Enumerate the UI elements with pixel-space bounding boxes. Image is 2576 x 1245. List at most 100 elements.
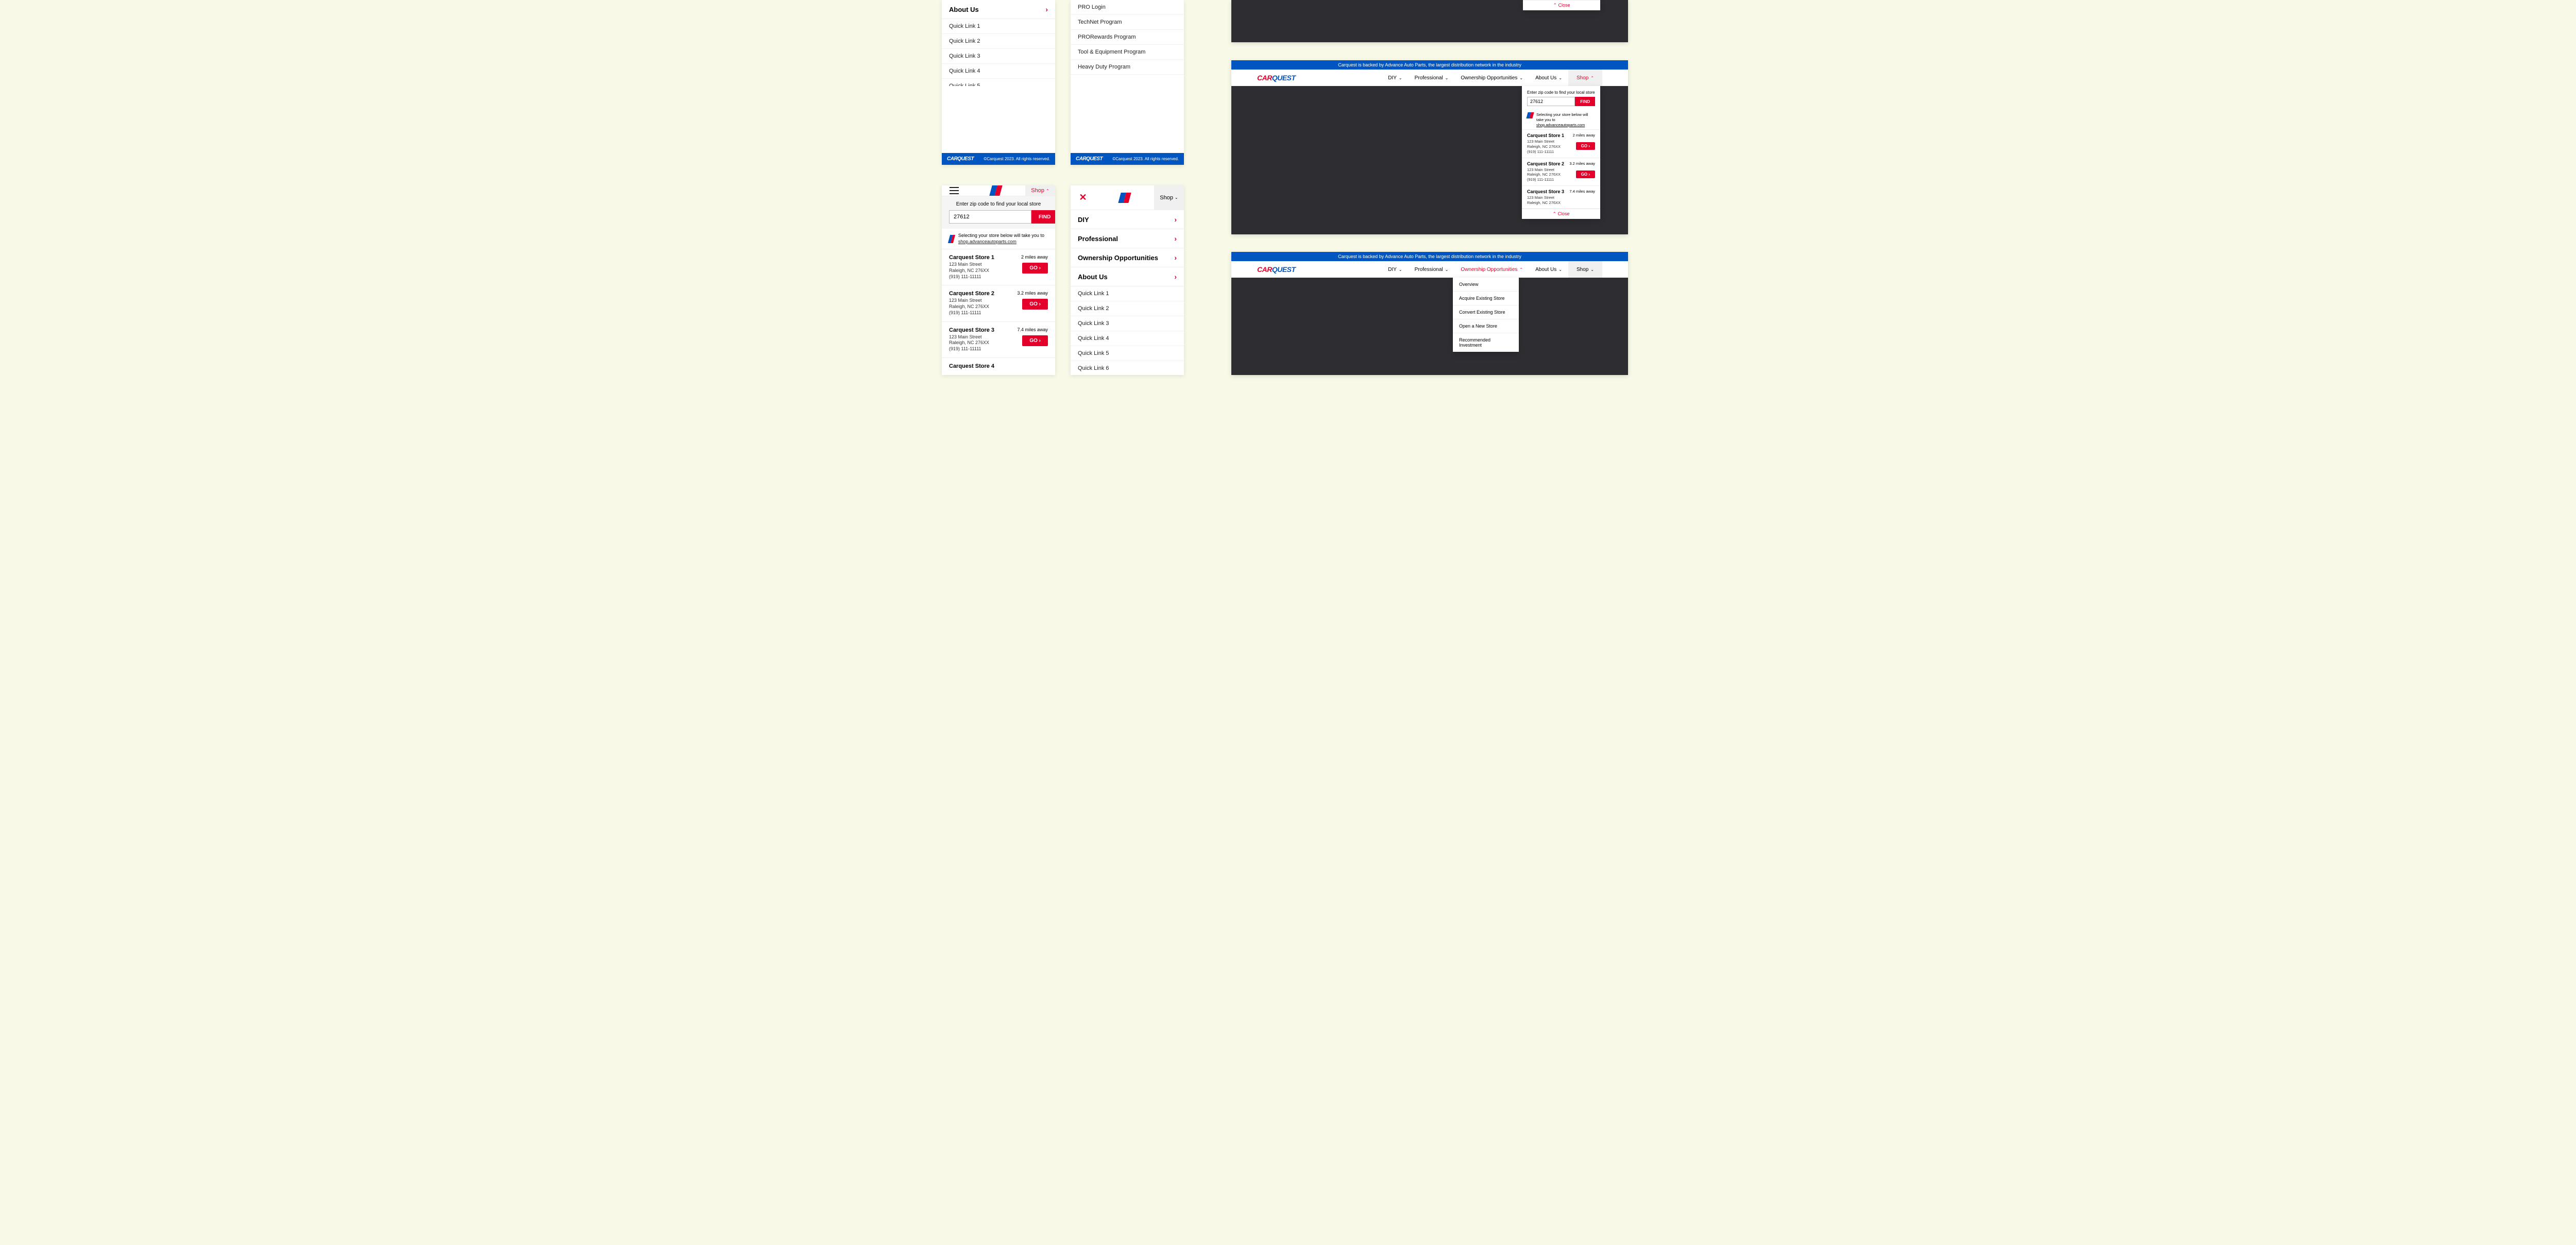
go-button[interactable]: GO › bbox=[1022, 299, 1048, 310]
dd-overview[interactable]: Overview bbox=[1453, 278, 1519, 292]
aap-link[interactable]: shop.advanceautoparts.com bbox=[1536, 123, 1585, 127]
zip-input[interactable] bbox=[949, 210, 1031, 224]
mobile-header: ✕ Shop ⌄ bbox=[1071, 185, 1184, 210]
nav-about[interactable]: About Us⌄ bbox=[1529, 70, 1568, 86]
nav-diy[interactable]: DIY⌄ bbox=[1382, 261, 1408, 278]
quick-link[interactable]: Quick Link 3 bbox=[942, 49, 1055, 64]
close-bar[interactable]: ⌃ Close bbox=[1522, 209, 1600, 219]
go-button[interactable]: GO › bbox=[1576, 170, 1595, 178]
sublink[interactable]: Quick Link 3 bbox=[1071, 316, 1184, 331]
chevron-down-icon: ⌄ bbox=[1399, 76, 1402, 80]
nav-diy[interactable]: DIY⌄ bbox=[1382, 70, 1408, 86]
pro-link[interactable]: Heavy Duty Program bbox=[1071, 60, 1184, 75]
chevron-up-icon: ⌃ bbox=[1552, 211, 1556, 216]
shop-dropdown: Enter zip code to find your local store … bbox=[1522, 86, 1600, 219]
shop-toggle[interactable]: Shop ⌄ bbox=[1154, 185, 1184, 210]
zip-prompt: Enter zip code to find your local store bbox=[1527, 90, 1595, 95]
chevron-right-icon bbox=[1174, 272, 1177, 281]
brand-logo[interactable]: CARQUEST bbox=[1257, 265, 1296, 274]
store-result: Carquest Store 1 123 Main Street Raleigh… bbox=[942, 249, 1055, 285]
quick-link[interactable]: Quick Link 5 bbox=[942, 79, 1055, 86]
sublink[interactable]: Quick Link 6 bbox=[1071, 361, 1184, 375]
aap-link[interactable]: shop.advanceautoparts.com bbox=[958, 239, 1016, 244]
go-button[interactable]: GO › bbox=[1576, 142, 1595, 150]
close-bar[interactable]: ⌃ Close bbox=[1523, 0, 1600, 10]
footer-logo: CARQUEST bbox=[947, 156, 974, 162]
sublink[interactable]: Quick Link 2 bbox=[1071, 301, 1184, 316]
find-button[interactable]: FIND bbox=[1031, 210, 1055, 224]
sublink[interactable]: Quick Link 1 bbox=[1071, 286, 1184, 301]
mobile-shop-panel: Shop ⌃ Enter zip code to find your local… bbox=[942, 185, 1055, 375]
top-banner: Carquest is backed by Advance Auto Parts… bbox=[1231, 252, 1628, 261]
close-button[interactable]: ✕ bbox=[1071, 192, 1095, 203]
dd-open-new[interactable]: Open a New Store bbox=[1453, 319, 1519, 333]
chevron-right-icon bbox=[1045, 5, 1048, 13]
nav-professional[interactable]: Professional⌄ bbox=[1409, 261, 1455, 278]
pro-link[interactable]: Tool & Equipment Program bbox=[1071, 45, 1184, 60]
top-banner: Carquest is backed by Advance Auto Parts… bbox=[1231, 60, 1628, 70]
quick-link[interactable]: Quick Link 2 bbox=[942, 34, 1055, 49]
store-distance: 3.2 miles away bbox=[1017, 291, 1048, 296]
aap-icon bbox=[1527, 112, 1533, 118]
nav-shop[interactable]: Shop⌃ bbox=[1568, 70, 1602, 86]
chevron-down-icon: ⌄ bbox=[1590, 267, 1594, 272]
store-notice: Selecting your store below will take you… bbox=[1522, 110, 1600, 130]
sublink[interactable]: Quick Link 4 bbox=[1071, 331, 1184, 346]
footer: CARQUEST ©Carquest 2023. All rights rese… bbox=[942, 153, 1055, 165]
nav-ownership[interactable]: Ownership Opportunities⌃ bbox=[1454, 261, 1529, 278]
dd-acquire[interactable]: Acquire Existing Store bbox=[1453, 292, 1519, 305]
sublink[interactable]: Quick Link 5 bbox=[1071, 346, 1184, 361]
zip-prompt: Enter zip code to find your local store bbox=[949, 201, 1048, 207]
menu-ownership[interactable]: Ownership Opportunities bbox=[1071, 248, 1184, 267]
nav-shop[interactable]: Shop⌄ bbox=[1568, 261, 1602, 278]
nav-ownership[interactable]: Ownership Opportunities⌄ bbox=[1454, 70, 1529, 86]
carquest-icon bbox=[1120, 193, 1130, 203]
pro-link[interactable]: PRO Login bbox=[1071, 0, 1184, 15]
store-distance: 2 miles away bbox=[1573, 133, 1595, 138]
hamburger-button[interactable] bbox=[942, 187, 967, 194]
menu-diy[interactable]: DIY bbox=[1071, 210, 1184, 229]
mobile-pro-panel: PRO Login TechNet Program PRORewards Pro… bbox=[1071, 0, 1184, 165]
quick-link[interactable]: Quick Link 1 bbox=[942, 19, 1055, 34]
chevron-down-icon: ⌄ bbox=[1399, 267, 1402, 272]
find-button[interactable]: FIND bbox=[1575, 97, 1595, 106]
go-button[interactable]: GO › bbox=[1022, 263, 1048, 274]
quick-link[interactable]: Quick Link 4 bbox=[942, 64, 1055, 79]
store-distance: 3.2 miles away bbox=[1569, 161, 1595, 166]
store-name: Carquest Store 4 bbox=[949, 363, 994, 369]
about-us-header[interactable]: About Us bbox=[942, 0, 1055, 19]
store-result: Carquest Store 3 123 Main Street Raleigh… bbox=[942, 322, 1055, 358]
nav-about[interactable]: About Us⌄ bbox=[1529, 261, 1568, 278]
store-name: Carquest Store 3 bbox=[949, 327, 994, 333]
chevron-up-icon: ⌃ bbox=[1590, 76, 1594, 80]
store-name: Carquest Store 2 bbox=[1527, 161, 1564, 166]
zip-input[interactable] bbox=[1527, 97, 1575, 106]
chevron-up-icon: ⌃ bbox=[1553, 3, 1557, 8]
store-name: Carquest Store 1 bbox=[1527, 133, 1564, 138]
logo[interactable] bbox=[1095, 193, 1154, 203]
footer-logo: CARQUEST bbox=[1076, 156, 1103, 162]
go-button[interactable]: GO › bbox=[1022, 335, 1048, 346]
mobile-menu-panel: ✕ Shop ⌄ DIY Professional Ownership Oppo… bbox=[1071, 185, 1184, 375]
chevron-down-icon: ⌄ bbox=[1519, 76, 1523, 80]
nav-professional[interactable]: Professional⌄ bbox=[1409, 70, 1455, 86]
menu-about[interactable]: About Us bbox=[1071, 267, 1184, 286]
logo[interactable] bbox=[967, 185, 1025, 196]
brand-logo[interactable]: CARQUEST bbox=[1257, 74, 1296, 82]
mobile-about-panel: About Us Quick Link 1 Quick Link 2 Quick… bbox=[942, 0, 1055, 165]
pro-link[interactable]: TechNet Program bbox=[1071, 15, 1184, 30]
menu-professional[interactable]: Professional bbox=[1071, 229, 1184, 248]
dd-convert[interactable]: Convert Existing Store bbox=[1453, 305, 1519, 319]
store-result: Carquest Store 2 123 Main StreetRaleigh,… bbox=[1522, 158, 1600, 186]
aap-icon bbox=[949, 235, 954, 243]
desktop-shop-open: Carquest is backed by Advance Auto Parts… bbox=[1231, 60, 1628, 234]
desktop-shop-closing: ⌃ Close bbox=[1231, 0, 1628, 42]
chevron-right-icon bbox=[1174, 253, 1177, 262]
shop-toggle[interactable]: Shop ⌃ bbox=[1025, 185, 1055, 196]
store-result: Carquest Store 3 123 Main StreetRaleigh,… bbox=[1522, 186, 1600, 209]
pro-link[interactable]: PRORewards Program bbox=[1071, 30, 1184, 45]
dd-investment[interactable]: Recommended Investment bbox=[1453, 333, 1519, 352]
store-distance: 7.4 miles away bbox=[1569, 189, 1595, 194]
mobile-header: Shop ⌃ bbox=[942, 185, 1055, 196]
store-name: Carquest Store 3 bbox=[1527, 189, 1564, 194]
